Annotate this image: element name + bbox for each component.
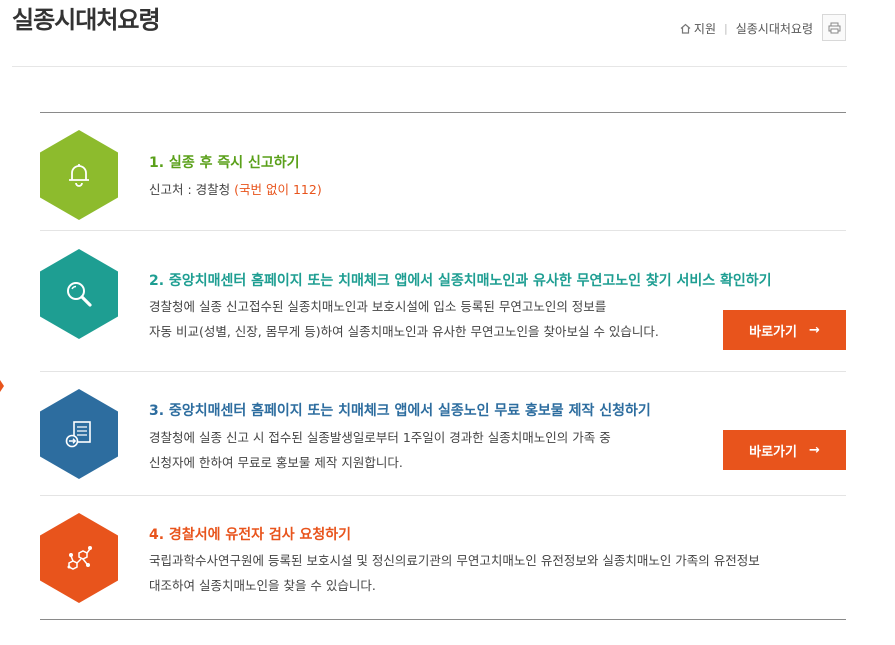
step-2-desc: 경찰청에 실종 신고접수된 실종치매노인과 보호시설에 입소 등록된 무연고노인… (149, 294, 659, 344)
step-3-go-button[interactable]: 바로가기 → (723, 430, 846, 470)
steps-list: 1. 실종 후 즉시 신고하기 신고처 : 경찰청 (국번 없이 112) 2.… (40, 112, 846, 620)
breadcrumb-home[interactable]: 지원 (680, 20, 716, 37)
document-icon (65, 421, 91, 448)
bell-icon (69, 164, 89, 187)
step-2-go-button[interactable]: 바로가기 → (723, 310, 846, 350)
step-3-desc-line1: 경찰청에 실종 신고 시 접수된 실종발생일로부터 1주일이 경과한 실종치매노… (149, 430, 611, 445)
title-divider (12, 66, 847, 67)
step-4-desc-line2: 대조하여 실종치매노인을 찾을 수 있습니다. (149, 578, 376, 593)
step-4-title: 4. 경찰서에 유전자 검사 요청하기 (149, 527, 351, 543)
breadcrumb-separator: | (724, 22, 728, 35)
home-icon (680, 23, 691, 34)
step-1-desc: 신고처 : 경찰청 (국번 없이 112) (149, 177, 322, 202)
side-indicator (0, 380, 4, 392)
step-4-desc: 국립과학수사연구원에 등록된 보호시설 및 정신의료기관의 무연고치매노인 유전… (149, 548, 760, 598)
step-4-desc-line1: 국립과학수사연구원에 등록된 보호시설 및 정신의료기관의 무연고치매노인 유전… (149, 553, 760, 568)
breadcrumb: 지원 | 실종시대처요령 (680, 20, 813, 37)
step-1-title: 1. 실종 후 즉시 신고하기 (149, 155, 300, 171)
page-title: 실종시대처요령 (12, 6, 161, 34)
print-button[interactable] (822, 14, 846, 41)
step-1-hex (40, 130, 118, 220)
step-3: 3. 중앙치매센터 홈페이지 또는 치매체크 앱에서 실종노인 무료 홍보물 제… (40, 371, 846, 495)
step-3-go-label: 바로가기 (749, 444, 797, 460)
step-2: 2. 중앙치매센터 홈페이지 또는 치매체크 앱에서 실종치매노인과 유사한 무… (40, 230, 846, 371)
step-3-title: 3. 중앙치매센터 홈페이지 또는 치매체크 앱에서 실종노인 무료 홍보물 제… (149, 403, 651, 419)
step-2-desc-line2: 자동 비교(성별, 신장, 몸무게 등)하여 실종치매노인과 유사한 무연고노인… (149, 324, 659, 339)
step-3-desc: 경찰청에 실종 신고 시 접수된 실종발생일로부터 1주일이 경과한 실종치매노… (149, 425, 611, 475)
arrow-right-icon: → (808, 442, 820, 458)
step-2-title: 2. 중앙치매센터 홈페이지 또는 치매체크 앱에서 실종치매노인과 유사한 무… (149, 273, 772, 289)
arrow-right-icon: → (808, 322, 820, 338)
step-2-go-label: 바로가기 (749, 324, 797, 340)
step-2-hex (40, 249, 118, 339)
magnifier-icon (67, 282, 92, 307)
step-1-desc-text: 신고처 : 경찰청 (149, 182, 235, 197)
step-3-hex (40, 389, 118, 479)
breadcrumb-current[interactable]: 실종시대처요령 (736, 20, 813, 37)
step-4-hex (40, 513, 118, 603)
molecule-icon (67, 546, 92, 570)
step-1-phone: (국번 없이 112) (234, 182, 322, 197)
printer-icon (828, 22, 840, 33)
step-4: 4. 경찰서에 유전자 검사 요청하기 국립과학수사연구원에 등록된 보호시설 … (40, 495, 846, 619)
step-1: 1. 실종 후 즉시 신고하기 신고처 : 경찰청 (국번 없이 112) (40, 113, 846, 230)
step-2-desc-line1: 경찰청에 실종 신고접수된 실종치매노인과 보호시설에 입소 등록된 무연고노인… (149, 299, 607, 314)
breadcrumb-home-label: 지원 (693, 22, 716, 36)
step-3-desc-line2: 신청자에 한하여 무료로 홍보물 제작 지원합니다. (149, 455, 403, 470)
